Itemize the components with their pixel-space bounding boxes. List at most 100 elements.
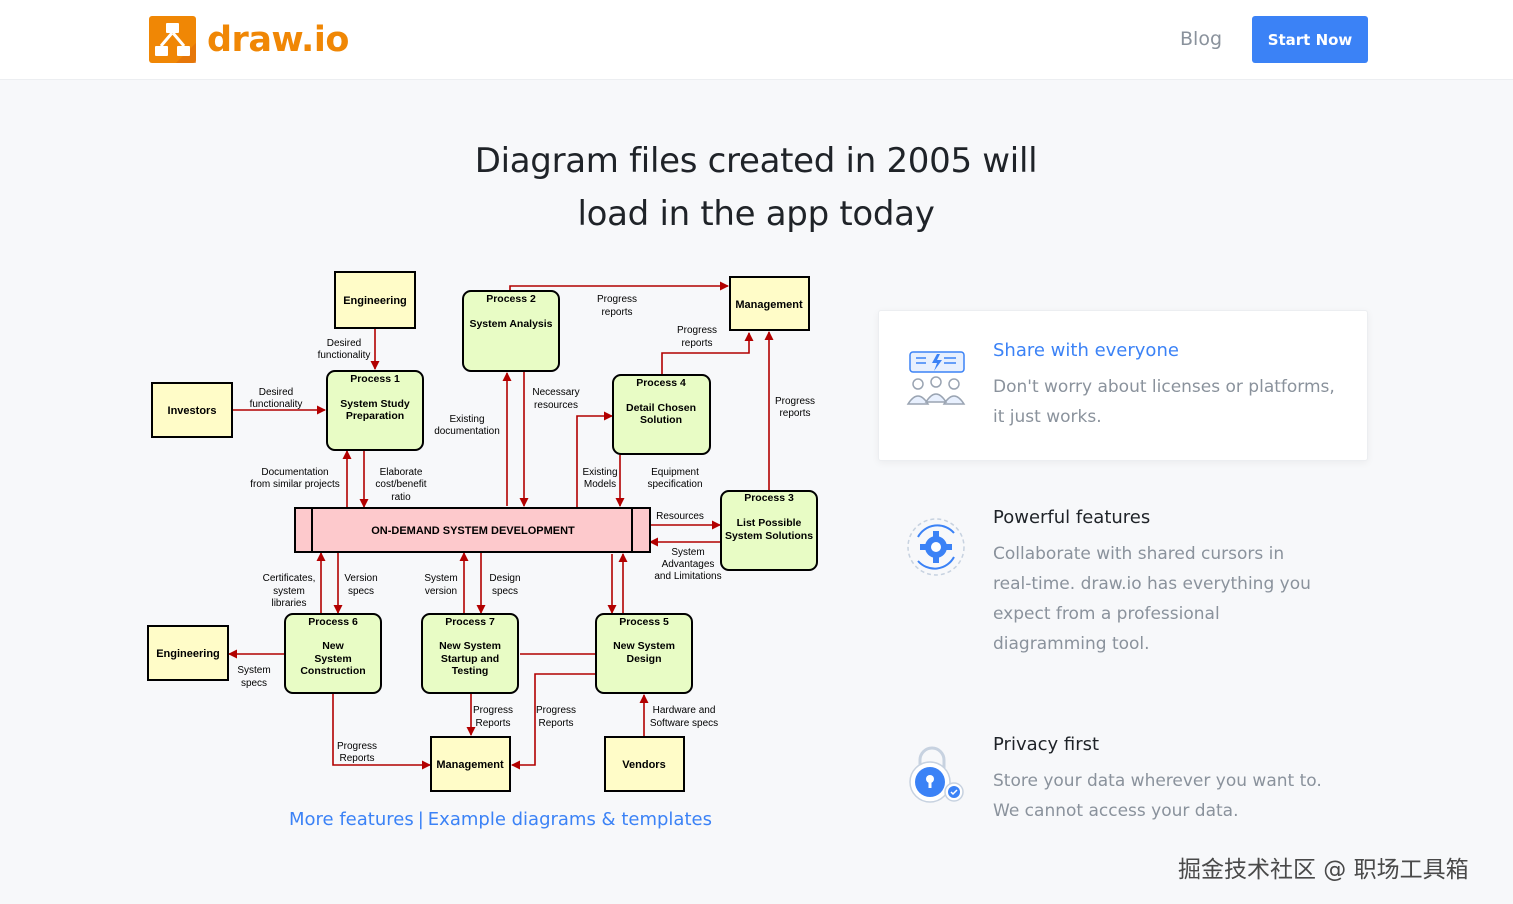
node-head: Process 6	[308, 616, 358, 628]
start-now-button[interactable]: Start Now	[1252, 16, 1368, 63]
edge-label: specs	[492, 586, 518, 597]
edge-label: System	[424, 573, 457, 584]
node-label: Management	[735, 299, 803, 311]
watermark-text: 掘金技术社区 @ 职场工具箱	[1178, 857, 1469, 883]
diagram-node-engineering-top[interactable]: Engineering	[334, 271, 416, 329]
feature-description-line: We cannot access your data.	[993, 801, 1239, 821]
feature-description-line: real-time. draw.io has everything you	[993, 574, 1311, 594]
edge-label: and Limitations	[654, 571, 721, 582]
edge-label: Progress	[597, 294, 637, 305]
edge-label: cost/benefit	[375, 479, 426, 490]
feature-title: Share with everyone	[993, 340, 1179, 361]
edge-label: specification	[647, 479, 702, 490]
node-label: Investors	[168, 405, 217, 417]
edge-label: Desired	[259, 387, 293, 398]
hero-line-1: Diagram files created in 2005 will	[474, 141, 1038, 181]
edge-label: Models	[584, 479, 616, 490]
edge-label: Design	[489, 573, 520, 584]
edge-label: System	[671, 547, 704, 558]
feature-description-line: expect from a professional	[993, 604, 1220, 624]
diagram-node-process-7[interactable]: Process 7 New System Startup and Testing	[421, 613, 519, 694]
edge-label: Documentation	[261, 467, 328, 478]
edge-label: Equipment	[651, 467, 699, 478]
feature-description-line: Collaborate with shared cursors in	[993, 544, 1285, 564]
links-separator: |	[417, 809, 424, 830]
feature-privacy: Privacy first Store your data wherever y…	[878, 724, 1366, 834]
node-body-line: Design	[626, 653, 661, 665]
feature-description: Don't worry about licenses or platforms,…	[993, 372, 1348, 432]
edge-label: libraries	[271, 598, 306, 609]
diagram-node-process-2[interactable]: Process 2 System Analysis	[462, 290, 560, 372]
diagram-node-process-3[interactable]: Process 3 List Possible System Solutions	[720, 490, 818, 571]
edge-label: Resources	[656, 511, 704, 522]
feature-powerful: Powerful features Collaborate with share…	[878, 497, 1366, 667]
feature-description-line: it just works.	[993, 407, 1102, 427]
node-head: Process 1	[350, 373, 400, 385]
node-head: Process 4	[636, 377, 686, 389]
edge-label: Progress	[677, 325, 717, 336]
node-body-line: Construction	[300, 665, 365, 677]
diagram-node-investors[interactable]: Investors	[151, 382, 233, 438]
feature-description: Store your data wherever you want to. We…	[993, 766, 1348, 826]
node-body-line: System Solutions	[725, 530, 813, 542]
edge-label: Software specs	[650, 718, 718, 729]
edge-label: Reports	[339, 753, 374, 764]
node-head: Process 3	[744, 492, 794, 504]
gear-sync-icon	[907, 518, 965, 576]
edge-label: Desired	[327, 338, 361, 349]
node-label: Management	[436, 759, 504, 771]
node-body-line: New System	[439, 640, 501, 652]
node-body-line: System Study	[340, 398, 410, 410]
edge-label: reports	[601, 307, 632, 318]
edge-label: specs	[241, 678, 267, 689]
diagram-node-center[interactable]: ON-DEMAND SYSTEM DEVELOPMENT	[294, 507, 651, 553]
example-diagrams-link[interactable]: Example diagrams & templates	[428, 809, 712, 830]
edge-label: functionality	[318, 350, 371, 361]
node-label: Engineering	[156, 648, 220, 660]
edge-label: Progress	[337, 741, 377, 752]
edge-label: documentation	[434, 426, 500, 437]
diagram-node-process-1[interactable]: Process 1 System Study Preparation	[326, 370, 424, 451]
edge-label: Version	[344, 573, 377, 584]
feature-description-line: Store your data wherever you want to.	[993, 771, 1322, 791]
edge-label: specs	[348, 586, 374, 597]
lock-shield-icon	[909, 746, 964, 803]
node-head: Process 5	[619, 616, 669, 628]
node-label: Engineering	[343, 295, 407, 307]
share-people-icon	[906, 351, 966, 405]
edge-label: Progress	[775, 396, 815, 407]
edge-label: Hardware and	[653, 705, 716, 716]
feature-links: More features | Example diagrams & templat…	[289, 809, 712, 830]
edge-label: Progress	[536, 705, 576, 716]
nav-blog-link[interactable]: Blog	[1180, 28, 1222, 50]
diagram-node-engineering-left[interactable]: Engineering	[147, 625, 229, 681]
node-body-line: New	[322, 640, 344, 652]
diagram-node-process-6[interactable]: Process 6 New System Construction	[284, 613, 382, 694]
edge-label: resources	[534, 400, 578, 411]
drawio-logo-icon	[149, 16, 196, 63]
feature-title: Powerful features	[993, 507, 1151, 528]
feature-share: Share with everyone Don't worry about li…	[878, 310, 1366, 459]
edge-label: Necessary	[532, 387, 579, 398]
edge-label: ratio	[391, 492, 411, 503]
node-body-line: System	[314, 653, 351, 665]
edge-label: reports	[681, 338, 712, 349]
drawio-logo[interactable]: draw.io	[149, 16, 349, 63]
diagram-node-process-5[interactable]: Process 5 New System Design	[595, 613, 693, 694]
edge-label: Existing	[449, 414, 484, 425]
diagram-node-process-4[interactable]: Process 4 Detail Chosen Solution	[612, 374, 711, 455]
diagram-node-management-top[interactable]: Management	[729, 276, 810, 331]
feature-description-line: Don't worry about licenses or platforms,	[993, 377, 1335, 397]
example-diagram: Engineering Investors Process 1 System S…	[147, 271, 818, 792]
node-head: Process 2	[486, 293, 536, 305]
more-features-link[interactable]: More features	[289, 809, 414, 830]
edge-label: from similar projects	[250, 479, 339, 490]
edge-label: Certificates,	[263, 573, 316, 584]
node-body-line: Testing	[452, 665, 489, 677]
edge-label: Existing	[582, 467, 617, 478]
node-label: Vendors	[622, 759, 665, 771]
hero-line-2: load in the app today	[577, 194, 935, 234]
diagram-node-management-bottom[interactable]: Management	[430, 736, 511, 792]
edge-label: system	[273, 586, 305, 597]
diagram-node-vendors[interactable]: Vendors	[604, 736, 685, 792]
